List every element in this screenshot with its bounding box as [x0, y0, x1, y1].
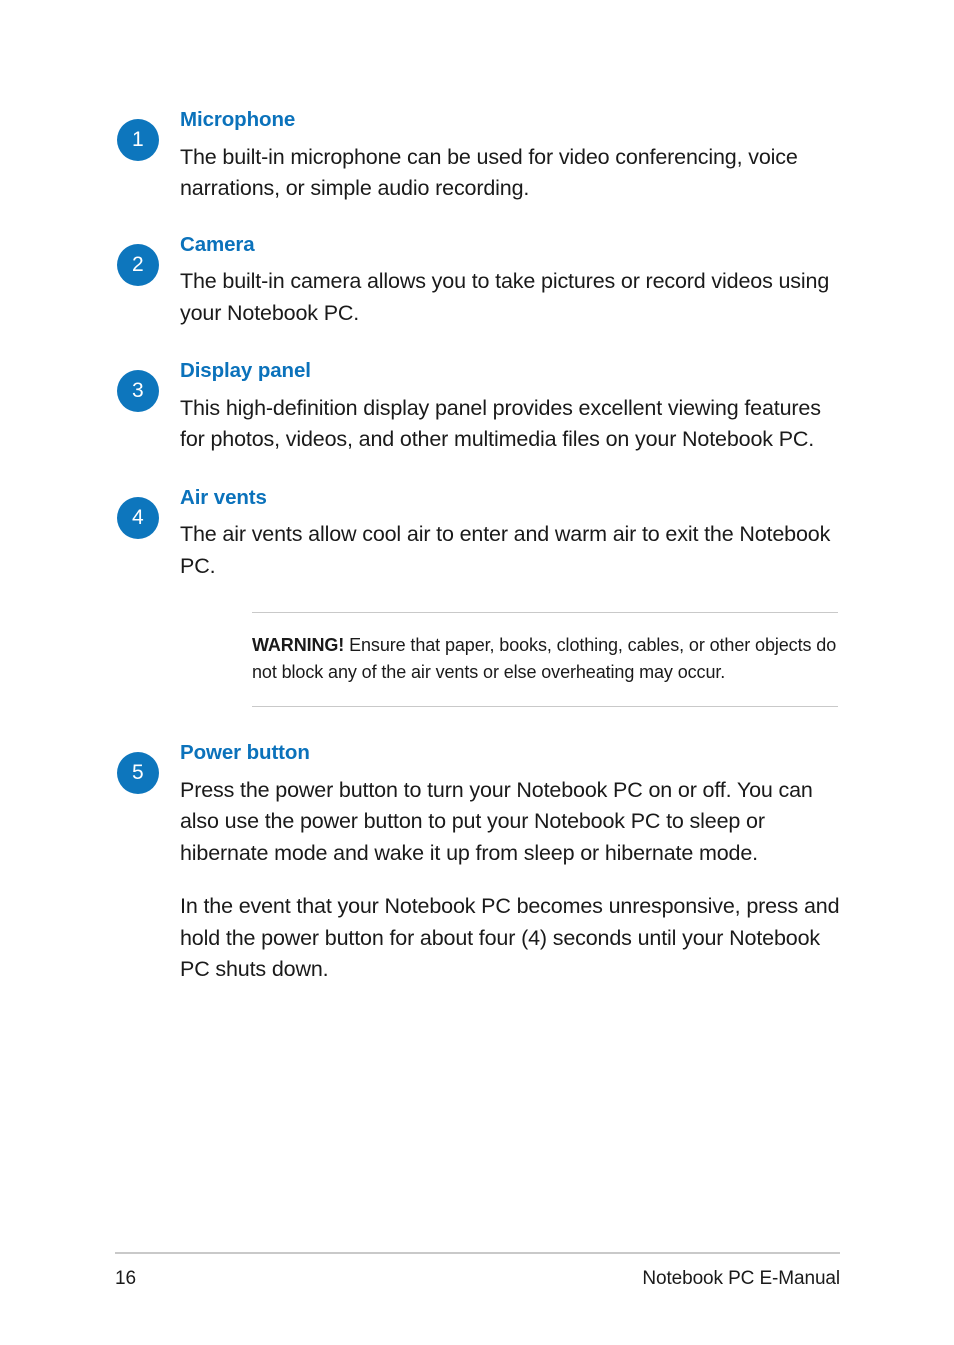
feature-title-display-panel: Display panel — [180, 359, 311, 383]
feature-item-display-panel: 3 Display panel This high-definition dis… — [115, 359, 845, 456]
feature-description-air-vents: The air vents allow cool air to enter an… — [180, 522, 831, 578]
feature-title-camera: Camera — [180, 232, 255, 256]
callout-number-badge-2: 2 — [117, 243, 159, 286]
manual-page: 1 Microphone The built-in microphone can… — [0, 0, 954, 1345]
warning-callout: WARNING! Ensure that paper, books, cloth… — [252, 612, 838, 708]
page-content: 1 Microphone The built-in microphone can… — [115, 108, 845, 986]
feature-description-display-panel: This high-definition display panel provi… — [180, 395, 821, 452]
callout-spacer — [115, 707, 845, 741]
warning-label: WARNING! — [252, 635, 345, 656]
feature-item-power-button: 5 Power button Press the power button to… — [115, 741, 845, 986]
callout-number-badge-5: 5 — [117, 752, 159, 795]
callout-number-badge-1: 1 — [117, 119, 159, 161]
footer-row: 16 Notebook PC E-Manual — [115, 1268, 840, 1290]
feature-description-power-button-1: Press the power button to turn your Note… — [180, 777, 813, 865]
feature-description-camera: The built-in camera allows you to take p… — [180, 269, 830, 325]
feature-title-power-button: Power button — [180, 741, 310, 765]
feature-item-air-vents: 4 Air vents The air vents allow cool air… — [115, 486, 845, 583]
feature-description-power-button-2: In the event that your Notebook PC becom… — [180, 894, 840, 982]
feature-item-camera: 2 Camera The built-in camera allows you … — [115, 233, 845, 330]
callout-number-badge-3: 3 — [117, 370, 159, 413]
feature-item-microphone: 1 Microphone The built-in microphone can… — [115, 108, 845, 205]
footer-manual-title: Notebook PC E-Manual — [642, 1268, 840, 1289]
feature-title-microphone: Microphone — [180, 108, 296, 131]
callout-number-badge-4: 4 — [117, 496, 159, 539]
warning-callout-text: WARNING! Ensure that paper, books, cloth… — [252, 632, 838, 686]
footer-divider — [115, 1252, 840, 1254]
feature-title-air-vents: Air vents — [180, 485, 267, 509]
page-footer: 16 Notebook PC E-Manual — [115, 1252, 840, 1290]
footer-page-number: 16 — [115, 1268, 136, 1289]
feature-description-microphone: The built-in microphone can be used for … — [180, 144, 798, 201]
